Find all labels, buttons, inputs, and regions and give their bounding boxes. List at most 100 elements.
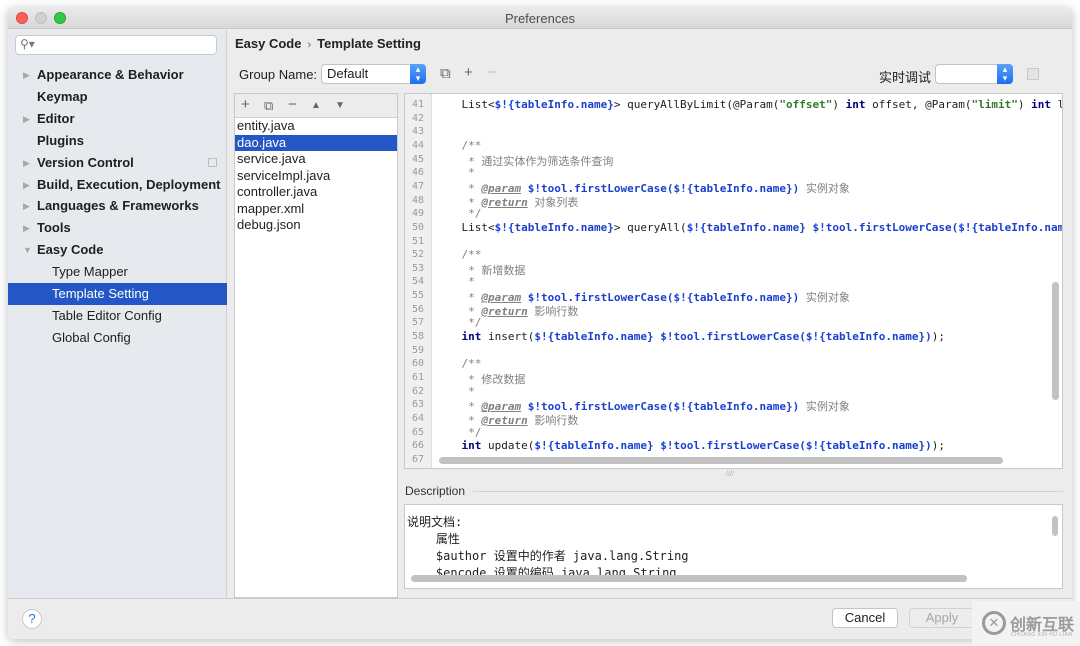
group-name-label: Group Name: — [239, 67, 318, 82]
line-number: 63 — [411, 399, 425, 411]
remove-file-icon[interactable]: − — [288, 96, 297, 113]
move-up-icon[interactable]: ▲ — [311, 100, 321, 111]
splitter-handle[interactable]: //// — [726, 471, 734, 478]
line-number: 44 — [411, 139, 425, 151]
code-line: List<$!{tableInfo.name}> queryAllByLimit… — [435, 98, 1062, 111]
template-file-item[interactable]: debug.json — [235, 217, 397, 234]
description-divider — [473, 491, 1063, 492]
line-number: 58 — [411, 331, 425, 343]
description-text-area[interactable]: 说明文档: 属性 $author 设置中的作者 java.lang.String… — [404, 504, 1063, 589]
line-number: 55 — [411, 290, 425, 302]
remove-group-icon[interactable]: − — [488, 64, 497, 81]
breadcrumb: Easy Code › Template Setting — [235, 36, 421, 51]
sidebar-item-label: Type Mapper — [52, 264, 128, 280]
group-name-select[interactable]: Default ▴ ▾ — [321, 64, 426, 84]
sidebar-item-editor[interactable]: ▶ Editor — [8, 108, 227, 130]
copy-file-icon[interactable]: ⧉ — [264, 98, 273, 114]
line-number: 57 — [411, 317, 425, 329]
code-line: */ — [461, 425, 482, 439]
sidebar-item-label: Build, Execution, Deployment — [37, 176, 221, 192]
debug-select[interactable]: ▴ ▾ — [935, 64, 1013, 84]
settings-sidebar: ⚲▾ ▶ Appearance & Behavior Keymap ▶ Editor Pl… — [8, 30, 227, 598]
code-line: List<$!{tableInfo.name}> queryAll($!{tab… — [435, 220, 1063, 234]
apply-button[interactable]: Apply — [909, 608, 975, 628]
watermark-logo-icon: ✕ — [982, 611, 1006, 635]
sidebar-item-languages-frameworks[interactable]: ▶ Languages & Frameworks — [8, 195, 227, 217]
chevron-right-icon[interactable]: ▶ — [23, 217, 30, 239]
chevron-right-icon[interactable]: ▶ — [23, 195, 30, 217]
code-line: * — [461, 384, 475, 398]
line-number: 67 — [411, 453, 425, 465]
title-bar: Preferences — [8, 7, 1072, 29]
sidebar-item-type-mapper[interactable]: Type Mapper — [8, 261, 227, 283]
line-number: 41 — [411, 99, 425, 110]
copy-group-icon[interactable]: ⧉ — [440, 65, 451, 82]
template-file-list: + ⧉ − ▲ ▼ entity.java dao.java service.jav… — [234, 93, 398, 598]
code-line: * — [461, 166, 475, 180]
line-number: 56 — [411, 303, 425, 315]
code-line: /** — [461, 357, 482, 371]
dialog-footer: ? Cancel Apply — [8, 598, 1072, 639]
run-debug-icon[interactable] — [1027, 68, 1039, 80]
sidebar-item-label: Keymap — [37, 88, 88, 104]
description-line: $author 设置中的作者 java.lang.String — [407, 549, 689, 563]
sidebar-item-appearance-behavior[interactable]: ▶ Appearance & Behavior — [8, 64, 227, 86]
line-number: 64 — [411, 412, 425, 424]
description-horizontal-scrollbar[interactable] — [411, 575, 967, 582]
select-stepper-icon: ▴ ▾ — [997, 64, 1013, 84]
line-number: 49 — [411, 208, 425, 220]
sidebar-item-easy-code[interactable]: ▼ Easy Code — [8, 239, 227, 261]
sidebar-item-label: Plugins — [37, 132, 84, 148]
sidebar-item-keymap[interactable]: Keymap — [8, 86, 227, 108]
breadcrumb-parent: Easy Code — [235, 36, 302, 51]
code-line: /** — [461, 138, 482, 152]
sidebar-item-tools[interactable]: ▶ Tools — [8, 217, 227, 239]
code-line: int update($!{tableInfo.name} $!tool.fir… — [461, 439, 945, 453]
sidebar-item-label: Global Config — [52, 329, 131, 345]
window-title: Preferences — [504, 11, 576, 26]
template-code-editor[interactable]: 40 41 42 4344 45 4647 48 4950 51 5253 54 5556 57 585… — [404, 93, 1063, 469]
line-number: 62 — [411, 385, 425, 397]
select-stepper-icon: ▴ ▾ — [410, 64, 426, 84]
chevron-right-icon[interactable]: ▶ — [23, 174, 30, 196]
settings-search-input[interactable]: ⚲▾ — [15, 35, 217, 55]
add-file-icon[interactable]: + — [241, 96, 250, 113]
editor-vertical-scrollbar[interactable] — [1052, 282, 1059, 400]
template-file-item[interactable]: mapper.xml — [235, 201, 397, 218]
template-file-item[interactable]: serviceImpl.java — [235, 168, 397, 185]
chevron-right-icon[interactable]: ▶ — [23, 152, 30, 174]
sidebar-item-global-config[interactable]: Global Config — [8, 327, 227, 349]
sidebar-item-label: Editor — [37, 110, 75, 126]
sidebar-item-build-execution-deployment[interactable]: ▶ Build, Execution, Deployment — [8, 174, 227, 196]
sidebar-item-label: Tools — [37, 220, 71, 236]
template-file-item[interactable]: service.java — [235, 151, 397, 168]
move-down-icon[interactable]: ▼ — [335, 100, 345, 111]
watermark-subtext: CHUANG XIN HU LIAN — [1011, 632, 1073, 638]
breadcrumb-separator: › — [307, 39, 312, 51]
template-file-item[interactable]: controller.java — [235, 184, 397, 201]
add-group-icon[interactable]: + — [464, 64, 473, 81]
line-number: 61 — [411, 372, 425, 383]
sidebar-item-template-setting[interactable]: Template Setting — [8, 283, 227, 305]
template-file-item[interactable]: dao.java — [235, 134, 397, 151]
chevron-down-icon[interactable]: ▼ — [23, 239, 32, 261]
sidebar-item-version-control[interactable]: ▶ Version Control — [8, 152, 227, 174]
description-vertical-scrollbar[interactable] — [1052, 516, 1058, 536]
help-button[interactable]: ? — [22, 609, 42, 629]
search-icon: ⚲▾ — [20, 37, 35, 51]
sidebar-item-table-editor-config[interactable]: Table Editor Config — [8, 305, 227, 327]
template-file-item[interactable]: entity.java — [235, 118, 397, 135]
chevron-right-icon[interactable]: ▶ — [23, 108, 30, 130]
cancel-button[interactable]: Cancel — [832, 608, 898, 628]
line-number: 53 — [411, 262, 425, 274]
editor-horizontal-scrollbar[interactable] — [439, 457, 1003, 464]
chevron-right-icon[interactable]: ▶ — [23, 64, 30, 86]
line-number: 66 — [411, 440, 425, 452]
preferences-window: Preferences ⚲▾ ▶ Appearance & Behavior Key… — [8, 7, 1072, 639]
sidebar-item-label: Template Setting — [52, 286, 149, 301]
code-line: */ — [461, 316, 482, 330]
sidebar-item-label: Easy Code — [37, 242, 104, 258]
line-number: 50 — [411, 221, 425, 233]
sidebar-item-plugins[interactable]: Plugins — [8, 130, 227, 152]
code-line: */ — [461, 207, 482, 221]
